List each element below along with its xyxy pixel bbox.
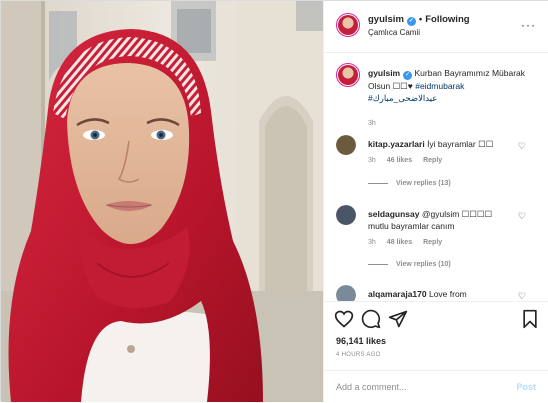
hashtag-link[interactable]: #eidmubarak xyxy=(415,81,464,91)
caption-timestamp[interactable]: 3h xyxy=(368,120,376,127)
comment-text: seldagunsay @gyulsim ☐☐☐☐ mutlu bayramla… xyxy=(368,208,508,232)
caption-text: gyulsim ✓ Kurban Bayramımız Mübarak Olsun… xyxy=(368,67,543,104)
author-line: gyulsim ✓ • Following xyxy=(368,14,470,26)
post-header: gyulsim ✓ • Following Çamlıca Camii ··· xyxy=(324,1,548,53)
post-details-panel: gyulsim ✓ • Following Çamlıca Camii ··· gyu… xyxy=(323,1,548,402)
comment-username[interactable]: alqamaraja170 xyxy=(368,289,427,299)
comment-like-heart-icon[interactable]: ♡ xyxy=(518,211,526,222)
separator-dot: • xyxy=(418,14,423,25)
verified-badge-icon: ✓ xyxy=(406,17,416,26)
comment-likes[interactable]: 46 likes xyxy=(387,157,412,164)
comment-likes[interactable]: 48 likes xyxy=(387,239,412,246)
author-username[interactable]: gyulsim xyxy=(368,14,404,25)
post-photo[interactable] xyxy=(1,1,323,402)
post-actions: 96,141 likes 4 HOURS AGO Add a comment..… xyxy=(324,301,548,402)
view-replies-label: View replies (13) xyxy=(396,180,451,187)
comment-meta: 3h 46 likes Reply xyxy=(368,157,453,164)
commenter-avatar[interactable] xyxy=(336,135,356,155)
comment-timestamp[interactable]: 3h xyxy=(368,157,376,164)
instagram-post-dialog: gyulsim ✓ • Following Çamlıca Camii ··· gyu… xyxy=(0,0,548,402)
comment-like-heart-icon[interactable]: ♡ xyxy=(518,291,526,301)
comment-meta: 3h 48 likes Reply xyxy=(368,239,453,246)
bookmark-icon[interactable] xyxy=(520,309,540,329)
comment-username[interactable]: seldagunsay xyxy=(368,209,420,219)
more-horizontal-icon[interactable]: ··· xyxy=(521,19,536,31)
following-button[interactable]: Following xyxy=(425,14,469,25)
add-comment-input[interactable]: Add a comment... xyxy=(336,382,407,392)
hashtag-link[interactable]: #عيدالاضحى_مبارك xyxy=(368,93,437,103)
caption-author-avatar[interactable] xyxy=(336,63,360,87)
view-replies-label: View replies (10) xyxy=(396,261,451,268)
reply-button[interactable]: Reply xyxy=(423,239,442,246)
comment-text: alqamaraja170 Love from xyxy=(368,288,508,300)
view-replies-button[interactable]: View replies (13) xyxy=(368,180,451,187)
add-comment-bar: Add a comment... Post xyxy=(324,370,548,403)
comment-icon[interactable] xyxy=(361,309,381,329)
post-comment-button[interactable]: Post xyxy=(516,382,536,392)
comment-like-heart-icon[interactable]: ♡ xyxy=(518,141,526,152)
share-icon[interactable] xyxy=(388,309,408,329)
author-avatar[interactable] xyxy=(336,13,360,37)
location-link[interactable]: Çamlıca Camii xyxy=(368,28,420,37)
verified-badge-icon: ✓ xyxy=(403,71,413,80)
comment-text: kitap.yazarlari İyi bayramlar ☐☐ xyxy=(368,138,508,150)
view-replies-button[interactable]: View replies (10) xyxy=(368,261,451,268)
reply-button[interactable]: Reply xyxy=(423,157,442,164)
likes-count[interactable]: 96,141 likes xyxy=(336,336,386,346)
commenter-avatar[interactable] xyxy=(336,285,356,301)
comment-body: İyi bayramlar ☐☐ xyxy=(424,139,494,149)
comment-timestamp[interactable]: 3h xyxy=(368,239,376,246)
comment-username[interactable]: kitap.yazarlari xyxy=(368,139,425,149)
heart-icon[interactable] xyxy=(334,309,354,329)
commenter-avatar[interactable] xyxy=(336,205,356,225)
comment-body: Love from xyxy=(426,289,467,299)
photo-illustration xyxy=(1,1,323,402)
post-timestamp[interactable]: 4 HOURS AGO xyxy=(336,352,381,358)
comments-list[interactable]: gyulsim ✓ Kurban Bayramımız Mübarak Olsun… xyxy=(324,53,548,301)
caption-username[interactable]: gyulsim xyxy=(368,68,400,78)
